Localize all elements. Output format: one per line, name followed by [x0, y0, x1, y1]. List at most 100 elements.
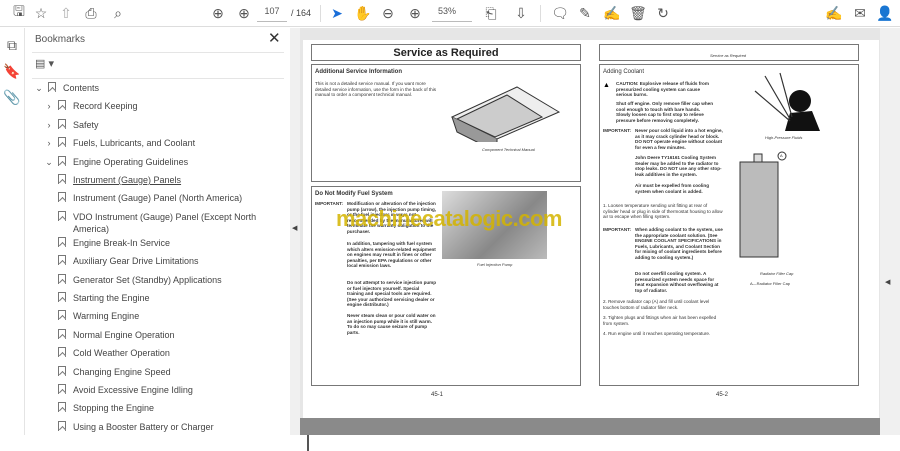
panel-title: Bookmarks [35, 34, 86, 45]
paragraph: When adding coolant to the system, use t… [635, 227, 723, 260]
rotate-icon[interactable]: ↻ [654, 4, 672, 22]
bookmark-item[interactable]: ⌄ Contents [34, 82, 274, 94]
bookmark-icon [58, 402, 66, 413]
bookmark-label: Cold Weather Operation [73, 348, 170, 359]
highlight-pen-icon[interactable]: ✎ [576, 4, 594, 22]
chevron-right-icon[interactable]: › [44, 119, 54, 131]
page-number: 45-1 [431, 392, 444, 398]
section-adding-coolant: Adding Coolant ▲ CAUTION: Explosive rele… [599, 64, 859, 386]
bookmark-item[interactable]: Instrument (Gauge) Panel (North America) [54, 192, 274, 204]
bookmark-item[interactable]: Stopping the Engine [54, 402, 274, 414]
warning-icon: ▲ [603, 82, 610, 89]
bookmark-item[interactable]: › Safety [44, 118, 274, 131]
bookmark-label: VDO Instrument (Gauge) Panel (Except Nor… [73, 211, 257, 234]
bookmark-icon [58, 384, 66, 394]
email-icon[interactable]: ✉ [851, 4, 869, 22]
bookmark-label: Contents [63, 83, 100, 93]
bookmark-item[interactable]: Cold Weather Operation [54, 347, 274, 359]
page-thumbnails-icon[interactable]: ⧉ [3, 36, 21, 54]
bookmark-item[interactable]: › Record Keeping [44, 100, 274, 112]
important-label: IMPORTANT: [603, 128, 631, 133]
fit-page-icon[interactable]: ⎗ [482, 4, 500, 22]
page-number: 45-2 [716, 392, 729, 398]
delete-icon[interactable]: 🗑 [629, 4, 647, 22]
bookmark-item[interactable]: Instrument (Gauge) Panels [54, 174, 274, 186]
bookmark-item[interactable]: Auxiliary Gear Drive Limitations [54, 255, 274, 267]
bookmark-icon [58, 310, 66, 321]
bookmark-label: Warming Engine [73, 311, 140, 322]
caution-text: CAUTION: Explosive release of fluids fro… [616, 81, 709, 98]
bookmarks-icon[interactable]: 🔖 [3, 62, 21, 80]
star-icon[interactable]: ☆ [32, 4, 50, 22]
radiator-illustration [739, 151, 787, 258]
bookmark-label: Stopping the Engine [73, 403, 155, 414]
paragraph: Do not overfill cooling system. A pressu… [635, 271, 719, 293]
page-45-2: Service as Required Adding Coolant ▲ CAU… [591, 40, 879, 418]
bookmark-icon [58, 155, 66, 166]
step: 3. Tighten plugs and fittings when air h… [603, 315, 717, 326]
cloud-upload-icon[interactable]: ⇧ [57, 4, 75, 22]
scroll-mode-icon[interactable]: ⇩ [512, 4, 530, 22]
page-number-input[interactable]: 107 [257, 6, 287, 22]
bookmark-item[interactable]: Changing Engine Speed [54, 365, 274, 378]
bookmark-label: Engine Operating Guidelines [73, 156, 189, 167]
title-box: Service as Required [311, 44, 581, 61]
account-icon[interactable]: 👤 [876, 4, 894, 22]
bookmark-options-button[interactable]: ▤ ▾ [35, 57, 54, 70]
bookmark-icon [58, 347, 66, 358]
bookmark-label: Engine Break-In Service [73, 237, 171, 248]
bookmark-item[interactable]: ⌄ Engine Operating Guidelines [44, 155, 274, 168]
section-heading: Adding Coolant [603, 69, 645, 75]
bookmark-item[interactable]: Warming Engine [54, 310, 274, 322]
sign-icon[interactable]: ✍ [603, 4, 621, 22]
figure-caption: Component Technical Manual [482, 147, 535, 152]
bookmark-item[interactable]: Normal Engine Operation [54, 328, 274, 341]
bookmark-item[interactable]: Avoid Excessive Engine Idling [54, 384, 274, 396]
bookmark-label: Generator Set (Standby) Applications [73, 274, 222, 285]
page-title: Service as Required [393, 47, 499, 59]
bookmark-item[interactable]: Starting the Engine [54, 292, 274, 304]
close-panel-button[interactable]: ✕ [268, 29, 281, 47]
expand-arrow-icon[interactable]: ◀ [885, 278, 890, 286]
print-icon[interactable]: ⎙ [82, 4, 100, 22]
chevron-right-icon[interactable]: › [44, 100, 54, 112]
watermark: machinecatalogic.com [336, 206, 562, 231]
comment-icon[interactable]: 🗨 [551, 4, 569, 22]
attachments-icon[interactable]: 📎 [3, 88, 21, 106]
search-icon[interactable]: ⌕ [109, 4, 127, 22]
bookmark-icon [58, 118, 66, 129]
bookmark-item[interactable]: VDO Instrument (Gauge) Panel (Except Nor… [54, 210, 274, 235]
collapse-arrow-icon[interactable]: ◀ [292, 224, 297, 232]
bookmark-item[interactable]: Engine Break-In Service [54, 236, 274, 249]
bookmark-icon [58, 192, 66, 203]
bookmark-item[interactable]: › Fuels, Lubricants, and Coolant [44, 137, 274, 149]
chevron-right-icon[interactable]: › [44, 137, 54, 149]
paragraph: Never pour cold liquid into a hot engine… [635, 128, 723, 150]
bookmarks-panel: Bookmarks ✕ ▤ ▾ ⌄ Contents › Record Keeping… [26, 28, 309, 451]
caution-text: Shut off engine. Only remove filler cap … [616, 101, 713, 123]
bookmark-icon [58, 137, 66, 148]
bookmark-icon [58, 255, 66, 266]
save-icon[interactable]: 🖫 [10, 3, 28, 22]
bookmark-icon [58, 365, 66, 376]
bookmark-item[interactable]: Generator Set (Standby) Applications [54, 273, 274, 286]
divider [32, 52, 284, 53]
bookmark-item[interactable]: Using a Booster Battery or Charger [54, 420, 274, 433]
paragraph: John Deere TY16161 Cooling System Sealer… [635, 155, 722, 177]
zoom-in-icon[interactable]: ⊕ [406, 4, 424, 22]
running-header: Service as Required [710, 53, 747, 58]
next-page-icon[interactable]: ⊕ [235, 4, 253, 22]
zoom-out-icon[interactable]: ⊖ [379, 4, 397, 22]
zoom-select[interactable]: 53% [432, 6, 472, 22]
select-tool-icon[interactable]: ➤ [328, 4, 346, 22]
bookmark-icon [58, 100, 66, 111]
panel-collapse-handle[interactable]: ◀ [290, 28, 300, 435]
divider [320, 5, 321, 22]
chevron-down-icon[interactable]: ⌄ [34, 82, 44, 94]
fill-sign-icon[interactable]: ✍ [825, 4, 843, 22]
chevron-down-icon[interactable]: ⌄ [44, 156, 54, 168]
previous-page-icon[interactable]: ⊕ [209, 4, 227, 22]
bookmark-icon [58, 210, 66, 221]
hand-tool-icon[interactable]: ✋ [354, 4, 372, 22]
vertical-scrollbar[interactable]: ◀ [880, 28, 900, 435]
